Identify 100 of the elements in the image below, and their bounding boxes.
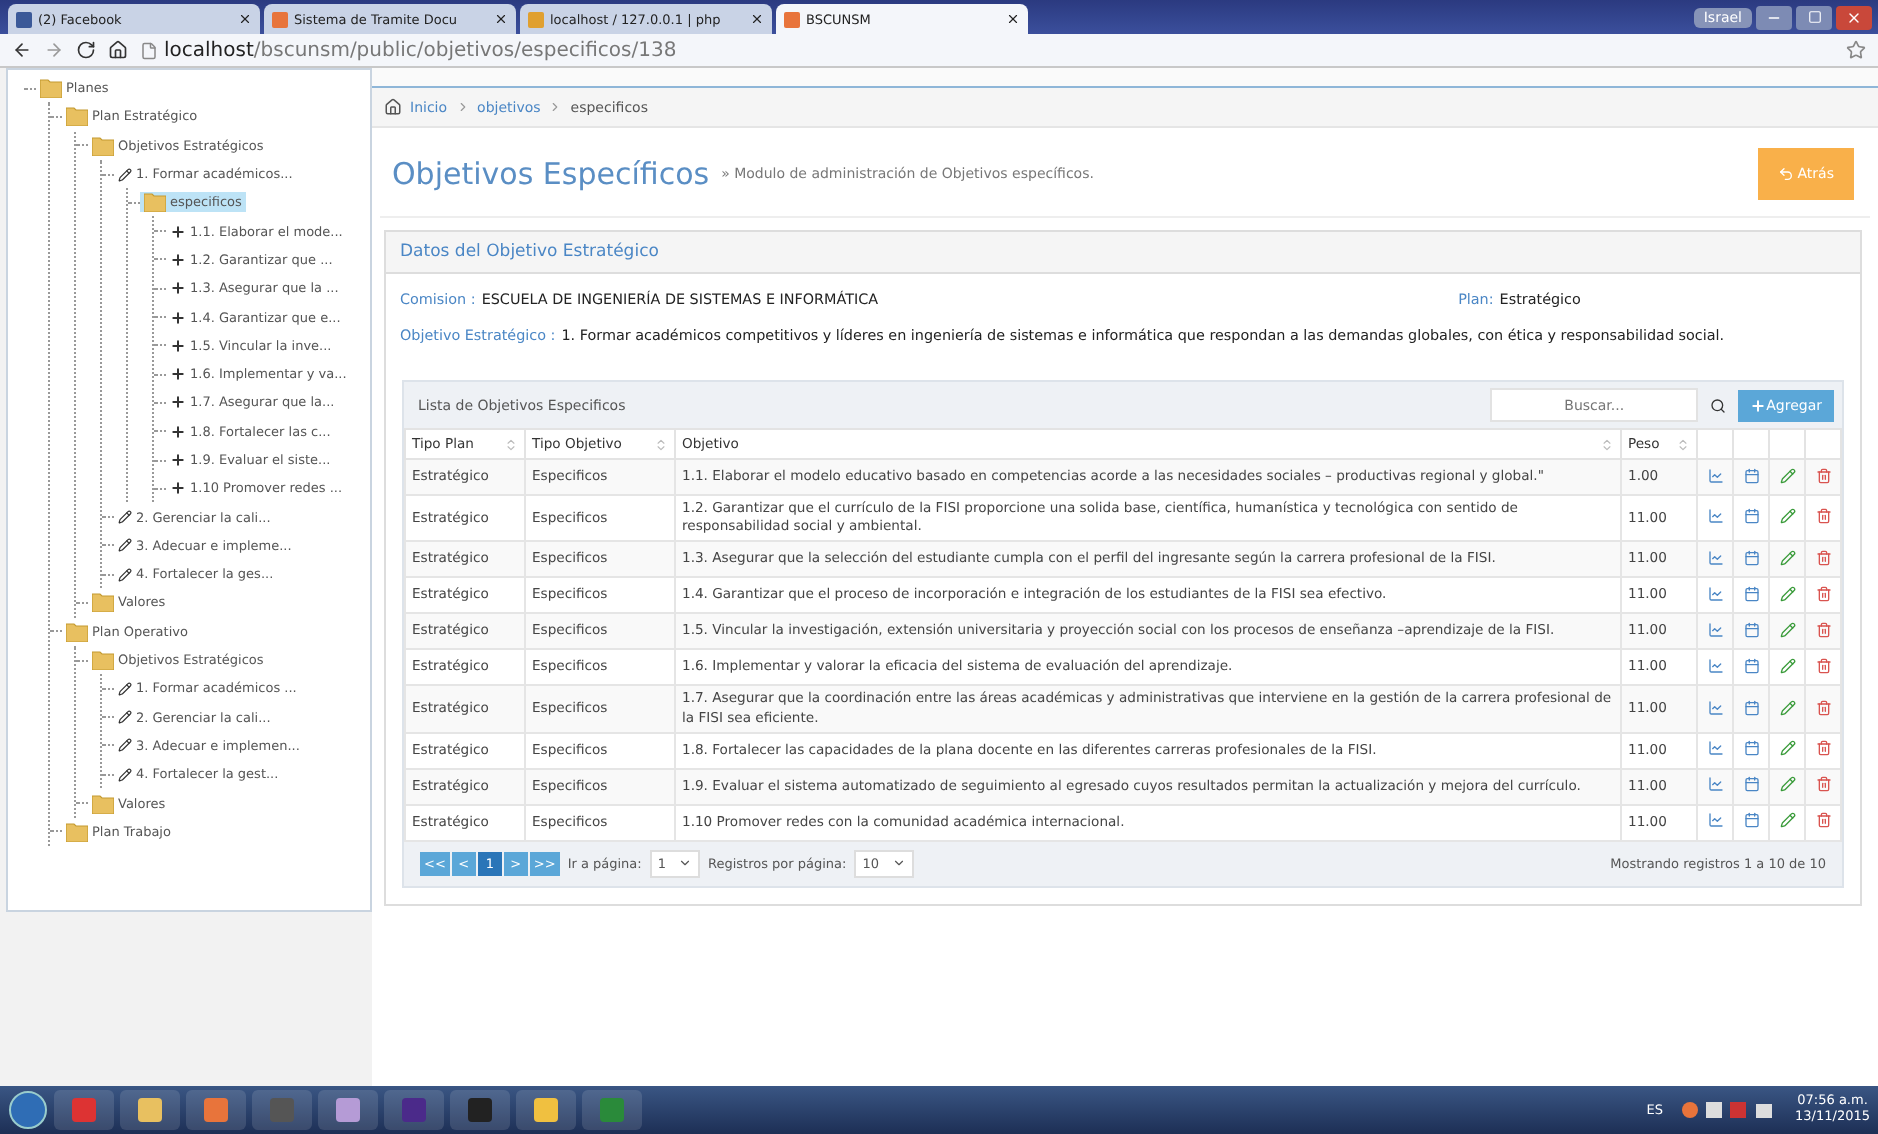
close-icon[interactable] — [1006, 12, 1020, 26]
plus-icon — [170, 480, 186, 497]
chart-icon[interactable] — [1707, 549, 1723, 566]
calendar-icon[interactable] — [1743, 549, 1759, 566]
minimize-button[interactable] — [1756, 5, 1792, 29]
folder-icon — [92, 592, 114, 613]
close-icon — [1846, 9, 1862, 25]
delete-icon[interactable] — [1815, 621, 1831, 638]
chart-icon[interactable] — [1707, 812, 1723, 829]
edit-icon[interactable] — [1779, 621, 1795, 638]
close-icon[interactable] — [494, 12, 508, 26]
taskbar-app-icon[interactable] — [120, 1090, 180, 1130]
folder-icon — [144, 192, 166, 213]
delete-icon[interactable] — [1815, 467, 1831, 483]
delete-icon[interactable] — [1815, 585, 1831, 602]
plus-icon — [170, 251, 186, 268]
edit-icon[interactable] — [1779, 585, 1795, 602]
chart-icon[interactable] — [1707, 585, 1723, 602]
edit-icon[interactable] — [1779, 740, 1795, 757]
chart-icon[interactable] — [1707, 699, 1723, 716]
page-title: Objetivos Específicos — [392, 156, 710, 192]
chevron-icon — [455, 100, 470, 114]
folder-icon — [40, 78, 62, 99]
taskbar-app-icon[interactable] — [318, 1090, 378, 1130]
reload-icon[interactable] — [76, 40, 96, 60]
plus-icon — [170, 394, 186, 411]
pencil-icon — [118, 738, 132, 753]
pencil-icon — [118, 510, 132, 525]
pencil-icon — [118, 710, 132, 725]
calendar-icon[interactable] — [1743, 657, 1759, 674]
delete-icon[interactable] — [1815, 508, 1831, 525]
folder-icon — [66, 821, 88, 842]
taskbar-app-icon[interactable] — [450, 1090, 510, 1130]
plus-icon — [170, 280, 186, 297]
taskbar-app-icon[interactable] — [186, 1090, 246, 1130]
delete-icon[interactable] — [1815, 699, 1831, 716]
pencil-icon — [118, 767, 132, 782]
plus-icon — [170, 337, 186, 354]
folder-icon — [92, 135, 114, 156]
plus-icon — [1750, 397, 1767, 413]
plus-icon — [170, 423, 186, 440]
delete-icon[interactable] — [1815, 776, 1831, 793]
calendar-icon[interactable] — [1743, 585, 1759, 602]
pencil-icon — [118, 538, 132, 553]
calendar-icon[interactable] — [1743, 508, 1759, 525]
edit-icon[interactable] — [1779, 812, 1795, 829]
start-icon[interactable] — [8, 1090, 48, 1130]
calendar-icon[interactable] — [1743, 812, 1759, 829]
chart-icon[interactable] — [1707, 467, 1723, 483]
favicon-icon — [16, 11, 32, 27]
edit-icon[interactable] — [1779, 657, 1795, 674]
close-icon[interactable] — [750, 12, 764, 26]
search-icon[interactable] — [1710, 397, 1727, 413]
caret-icon — [678, 856, 692, 871]
pencil-icon — [118, 681, 132, 696]
maximize-button[interactable] — [1796, 5, 1832, 29]
star-icon[interactable] — [1846, 40, 1866, 60]
plus-icon — [170, 452, 186, 468]
caret-icon — [891, 856, 906, 871]
chart-icon[interactable] — [1707, 508, 1723, 525]
edit-icon[interactable] — [1779, 776, 1795, 793]
calendar-icon[interactable] — [1743, 699, 1759, 716]
back-icon[interactable] — [12, 40, 32, 60]
folder-icon — [66, 106, 88, 127]
chart-icon[interactable] — [1707, 657, 1723, 674]
folder-icon — [92, 793, 114, 814]
plus-icon — [170, 366, 186, 383]
home-icon — [384, 98, 402, 116]
forward-icon[interactable] — [44, 40, 64, 60]
folder-icon — [66, 621, 88, 642]
taskbar-app-icon[interactable] — [516, 1090, 576, 1130]
edit-icon[interactable] — [1779, 508, 1795, 525]
delete-icon[interactable] — [1815, 740, 1831, 757]
favicon-icon — [272, 11, 288, 27]
calendar-icon[interactable] — [1743, 776, 1759, 793]
delete-icon[interactable] — [1815, 812, 1831, 829]
favicon-icon — [528, 11, 544, 27]
edit-icon[interactable] — [1779, 467, 1795, 483]
calendar-icon[interactable] — [1743, 740, 1759, 757]
chart-icon[interactable] — [1707, 740, 1723, 757]
plus-icon — [170, 309, 186, 326]
pencil-icon — [118, 567, 132, 582]
home-icon[interactable] — [108, 40, 128, 60]
chart-icon[interactable] — [1707, 776, 1723, 793]
calendar-icon[interactable] — [1743, 621, 1759, 638]
chart-icon[interactable] — [1707, 621, 1723, 638]
calendar-icon[interactable] — [1743, 467, 1759, 483]
panel-title: Datos del Objetivo Estratégico — [386, 232, 1860, 274]
folder-icon — [92, 650, 114, 671]
close-icon[interactable] — [238, 12, 252, 26]
undo-icon — [1777, 166, 1794, 182]
chevron-icon — [548, 100, 563, 114]
delete-icon[interactable] — [1815, 549, 1831, 566]
pencil-icon — [118, 167, 132, 182]
close-button[interactable] — [1836, 5, 1872, 29]
page-icon — [140, 41, 158, 59]
edit-icon[interactable] — [1779, 549, 1795, 566]
edit-icon[interactable] — [1779, 699, 1795, 716]
delete-icon[interactable] — [1815, 657, 1831, 674]
maximize-icon — [1807, 10, 1821, 24]
